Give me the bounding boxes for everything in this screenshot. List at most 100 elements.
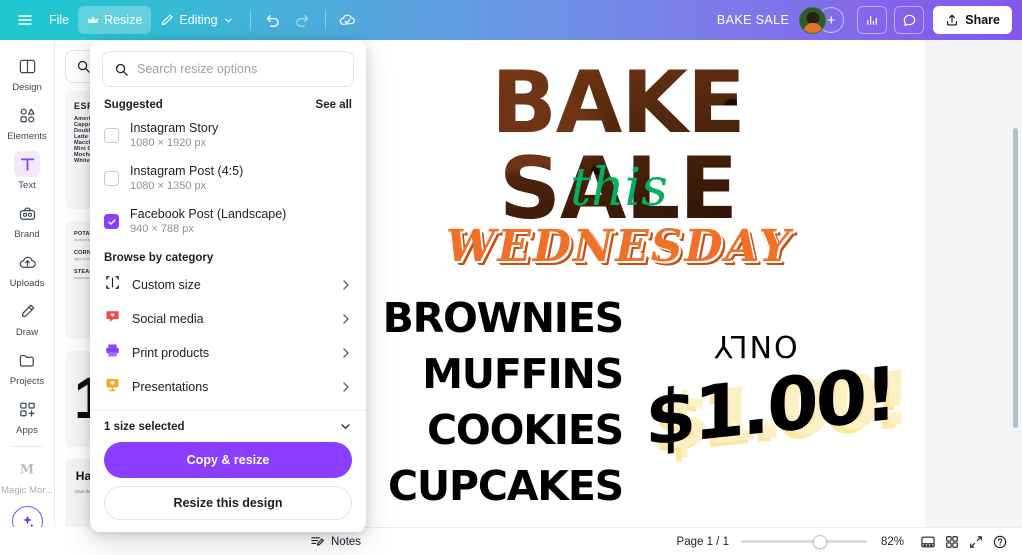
option-dimensions: 1080 × 1350 px: [130, 180, 207, 192]
insights-button[interactable]: [857, 6, 888, 34]
resize-button-label: Resize: [104, 13, 143, 27]
svg-text:M: M: [20, 462, 34, 477]
price-text[interactable]: $1.00! $1.00! $1.00!: [645, 351, 909, 490]
chevron-right-icon: [343, 348, 349, 358]
day-text[interactable]: WEDNESDAY: [313, 225, 925, 269]
comment-icon: [903, 14, 915, 26]
category-social-media[interactable]: Social media: [90, 302, 366, 336]
share-button[interactable]: Share: [933, 6, 1012, 34]
option-text: Instagram Story 1080 × 1920 px: [130, 120, 218, 151]
checkbox[interactable]: [104, 128, 119, 143]
grid-icon: [946, 535, 958, 548]
sidebar-item-text[interactable]: Text: [1, 146, 53, 194]
sidebar-item-design[interactable]: Design: [1, 48, 53, 96]
editing-mode-label: Editing: [179, 13, 218, 27]
search-icon: [115, 63, 128, 76]
sidebar-label-draw: Draw: [15, 327, 39, 338]
design-icon: [14, 53, 40, 79]
items-list[interactable]: BROWNIES MUFFINS COOKIES CUPCAKES: [353, 290, 625, 514]
sidebar-label-brand: Brand: [14, 229, 40, 240]
resize-option-instagram-post[interactable]: Instagram Post (4:5) 1080 × 1350 px: [90, 157, 366, 200]
copy-and-resize-button[interactable]: Copy & resize: [104, 442, 352, 478]
option-text: Facebook Post (Landscape) 940 × 788 px: [130, 206, 286, 237]
zoom-slider[interactable]: [740, 534, 867, 550]
see-all-link[interactable]: See all: [316, 99, 352, 111]
bottom-statusbar: Notes Page 1 / 1 82%: [300, 527, 1022, 555]
category-label: Social media: [132, 312, 204, 326]
undo-button[interactable]: [258, 6, 288, 34]
sidebar-item-brand[interactable]: Brand: [1, 195, 53, 243]
canvas-area[interactable]: BAKE SALE this WEDNESDAY BROWNIES MUFFIN…: [313, 40, 1022, 555]
editing-mode-button[interactable]: Editing: [151, 6, 242, 34]
category-label: Presentations: [132, 380, 209, 394]
resize-this-design-button[interactable]: Resize this design: [104, 486, 352, 520]
design-page[interactable]: BAKE SALE this WEDNESDAY BROWNIES MUFFIN…: [313, 40, 925, 528]
resize-option-instagram-story[interactable]: Instagram Story 1080 × 1920 px: [90, 114, 366, 157]
sidebar-item-uploads[interactable]: Uploads: [1, 244, 53, 292]
item-line: COOKIES: [427, 406, 624, 454]
notes-button[interactable]: Notes: [310, 534, 361, 549]
draw-icon: [14, 298, 40, 324]
sidebar-item-apps[interactable]: Apps: [1, 391, 53, 439]
search-input[interactable]: [137, 62, 342, 76]
sidebar-item-draw[interactable]: Draw: [1, 293, 53, 341]
crown-icon: [87, 16, 99, 23]
sidebar-label-design: Design: [12, 82, 42, 93]
option-name: Facebook Post (Landscape): [130, 207, 287, 221]
sidebar-label-elements: Elements: [7, 131, 47, 142]
resize-option-facebook-post[interactable]: Facebook Post (Landscape) 940 × 788 px: [90, 200, 366, 243]
cloud-save-button[interactable]: [333, 6, 363, 34]
item-line: CUPCAKES: [388, 462, 624, 510]
chevron-right-icon: [343, 382, 349, 392]
presentations-icon: [104, 376, 121, 398]
avatar[interactable]: [799, 6, 827, 34]
category-custom-size[interactable]: Custom size: [90, 268, 366, 302]
category-presentations[interactable]: Presentations: [90, 370, 366, 404]
file-menu-button[interactable]: File: [40, 6, 78, 34]
zoom-level-label[interactable]: 82%: [881, 536, 904, 548]
sidebar-item-elements[interactable]: Elements: [1, 97, 53, 145]
canvas-vertical-scrollbar[interactable]: [1013, 128, 1018, 428]
comments-button[interactable]: [894, 6, 925, 34]
chevron-right-icon: [343, 314, 349, 324]
sidebar-label-text: Text: [18, 180, 36, 191]
selected-sizes-toggle[interactable]: 1 size selected: [90, 411, 366, 440]
browse-by-category-label: Browse by category: [104, 252, 214, 264]
resize-button[interactable]: Resize: [78, 6, 152, 34]
hamburger-icon: [18, 15, 32, 25]
item-line: MUFFINS: [422, 350, 624, 398]
main-menu-button[interactable]: [10, 6, 40, 34]
redo-icon: [296, 14, 309, 27]
fullscreen-button[interactable]: [964, 531, 988, 553]
grid-view-button[interactable]: [916, 531, 940, 553]
redo-button[interactable]: [288, 6, 318, 34]
document-title[interactable]: BAKE SALE: [707, 13, 799, 27]
file-menu-label: File: [49, 13, 70, 27]
bar-chart-icon: [866, 15, 877, 25]
checkbox[interactable]: [104, 171, 119, 186]
notes-label: Notes: [331, 535, 362, 548]
option-dimensions: 1080 × 1920 px: [130, 137, 207, 149]
option-dimensions: 940 × 788 px: [130, 223, 194, 235]
resize-search-row[interactable]: [102, 51, 354, 87]
expand-arrows-icon: [970, 535, 982, 548]
checkbox-checked[interactable]: [104, 214, 119, 229]
projects-icon: [14, 347, 40, 373]
text-icon: [14, 151, 40, 177]
only-text[interactable]: ONLY: [685, 328, 825, 363]
category-print-products[interactable]: Print products: [90, 336, 366, 370]
help-button[interactable]: [988, 531, 1012, 553]
chevron-down-icon: [224, 18, 232, 22]
zoom-slider-knob[interactable]: [812, 534, 827, 549]
category-label: Print products: [132, 346, 210, 360]
page-indicator[interactable]: Page 1 / 1: [677, 536, 729, 548]
sidebar-item-projects[interactable]: Projects: [1, 342, 53, 390]
cloud-check-icon: [339, 14, 355, 25]
sidebar-item-magic-morph[interactable]: M Magic Mor...: [1, 451, 53, 499]
top-toolbar: File Resize Editing BAKE SALE + Share: [0, 0, 1022, 40]
toolbar-divider-2: [324, 10, 326, 30]
pages-grid-button[interactable]: [940, 531, 964, 553]
toolbar-divider-1: [249, 10, 251, 30]
script-text[interactable]: this: [313, 162, 925, 214]
sidebar-label-projects: Projects: [9, 376, 45, 387]
